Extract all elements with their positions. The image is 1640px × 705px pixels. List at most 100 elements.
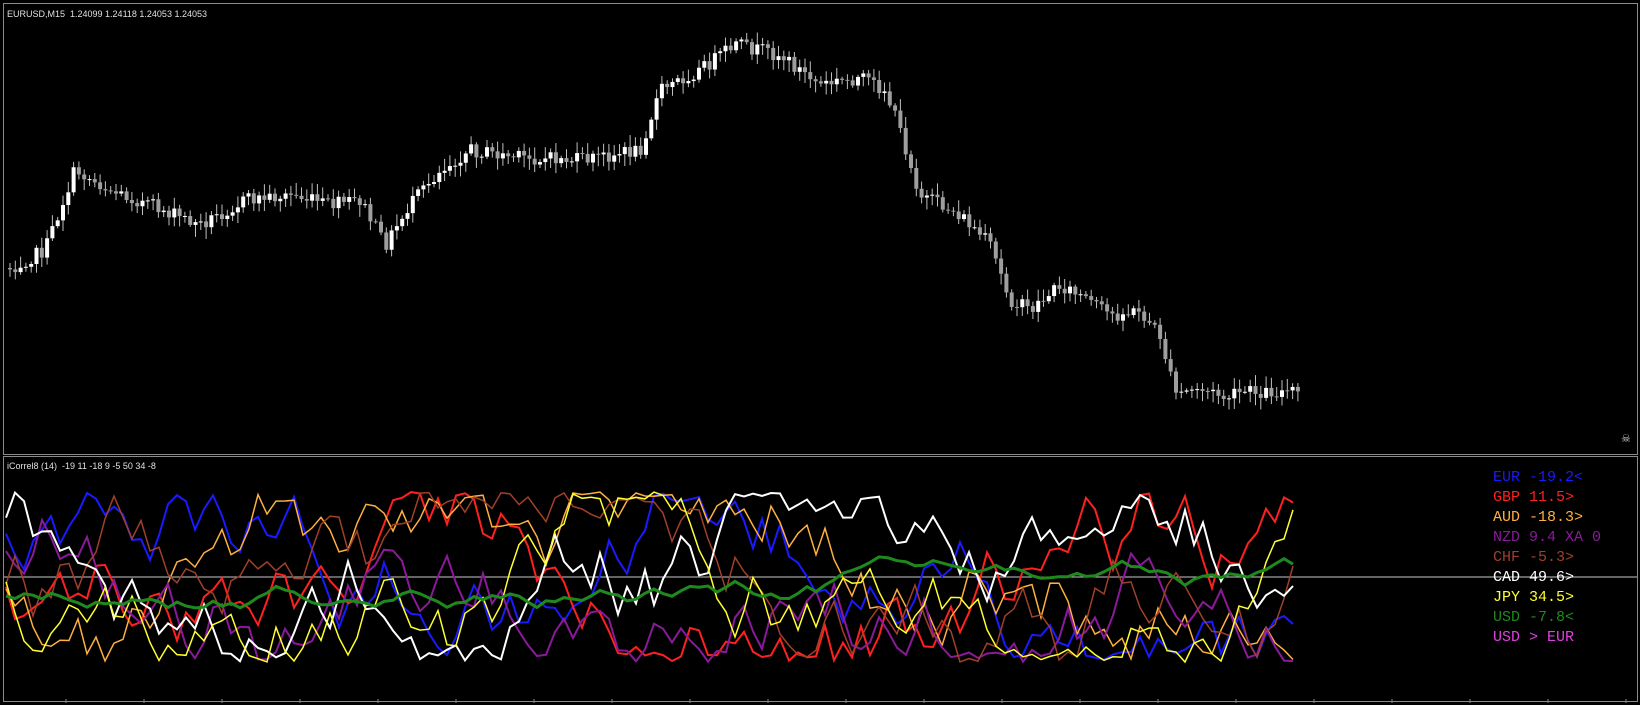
candle-body — [500, 153, 505, 159]
candle-body — [553, 152, 558, 164]
candle-body — [1216, 389, 1221, 396]
candle-body — [495, 151, 500, 159]
candle-body — [728, 45, 733, 51]
candle-body — [919, 188, 924, 198]
candle-body — [182, 215, 187, 217]
candle-body — [569, 161, 574, 163]
candle-body — [824, 80, 829, 84]
skull-icon[interactable]: ☠ — [1621, 432, 1631, 445]
candle-body — [278, 198, 283, 202]
candle-body — [384, 232, 389, 250]
candle-body — [697, 67, 701, 80]
candle-body — [1036, 300, 1041, 312]
candle-body — [972, 227, 977, 229]
candle-body — [1136, 308, 1141, 312]
candle-body — [649, 119, 654, 139]
candle-body — [283, 193, 288, 199]
candle-body — [765, 44, 770, 48]
candle-body — [834, 78, 839, 85]
candle-body — [34, 247, 39, 264]
candle-body — [702, 61, 707, 68]
candle-body — [591, 153, 595, 163]
candle-body — [787, 56, 792, 61]
candle-body — [114, 191, 118, 194]
candle-body — [1168, 359, 1173, 372]
candle-body — [516, 150, 521, 158]
candle-body — [1248, 386, 1253, 392]
candle-body — [1089, 296, 1094, 300]
candle-body — [347, 197, 352, 202]
candle-body — [124, 191, 129, 201]
candle-body — [903, 127, 908, 155]
candle-body — [887, 91, 892, 106]
candle-body — [628, 147, 633, 157]
candle-body — [76, 167, 81, 175]
candle-body — [1004, 273, 1009, 293]
candle-body — [432, 182, 436, 184]
candle-body — [1237, 388, 1242, 393]
candle-body — [368, 204, 373, 222]
candle-body — [527, 155, 532, 159]
candle-body — [320, 198, 325, 201]
candle-body — [23, 266, 28, 268]
candle-body — [1025, 299, 1030, 307]
candle-body — [98, 182, 103, 190]
candle-body — [1200, 389, 1205, 391]
candle-body — [304, 199, 309, 201]
candle-body — [967, 214, 972, 228]
candle-body — [140, 200, 145, 207]
candle-body — [559, 158, 564, 164]
candle-body — [1295, 386, 1300, 392]
candle-body — [813, 79, 818, 82]
candle-body — [188, 215, 193, 225]
candle-body — [1062, 288, 1067, 294]
candle-body — [1253, 386, 1258, 394]
candle-body — [50, 226, 55, 239]
candle-body — [410, 195, 415, 214]
candle-body — [82, 174, 87, 180]
candle-body — [172, 208, 177, 218]
candle-body — [310, 194, 315, 201]
candle-body — [750, 42, 754, 55]
candle-body — [951, 210, 956, 212]
candle-body — [1046, 296, 1051, 302]
candle-body — [564, 158, 569, 162]
candle-body — [877, 79, 882, 94]
candle-body — [1258, 393, 1263, 398]
candle-body — [198, 221, 203, 223]
candle-body — [675, 78, 680, 82]
candle-body — [999, 258, 1004, 274]
candle-body — [119, 191, 124, 194]
currency-strength-legend: EUR -19.2< GBP 11.5> AUD -18.3> NZD 9.4 … — [1493, 468, 1601, 648]
legend-signal: USD > EUR — [1493, 629, 1575, 646]
candle-body — [18, 267, 23, 273]
legend-jpy: JPY 34.5> — [1493, 589, 1575, 606]
candle-body — [214, 214, 219, 216]
candle-body — [977, 227, 982, 235]
candle-body — [850, 80, 855, 86]
candle-body — [331, 198, 336, 209]
candle-body — [1184, 390, 1189, 392]
candle-body — [55, 220, 60, 227]
candle-body — [251, 193, 256, 204]
candle-body — [1147, 320, 1152, 323]
candle-body — [262, 195, 267, 200]
candle-body — [220, 214, 224, 219]
candle-body — [776, 56, 781, 61]
candle-body — [1126, 314, 1131, 316]
candle-body — [87, 179, 92, 181]
candle-body — [1189, 389, 1194, 391]
candle-body — [1105, 304, 1110, 312]
candle-body — [209, 215, 214, 228]
candle-body — [204, 221, 209, 228]
candle-body — [363, 204, 368, 206]
candle-body — [1179, 391, 1184, 393]
candle-body — [1174, 371, 1178, 393]
candle-body — [1094, 299, 1099, 302]
candle-body — [707, 61, 712, 70]
candle-body — [739, 39, 744, 42]
candle-body — [681, 78, 686, 84]
candle-body — [1020, 299, 1025, 308]
candle-body — [1131, 308, 1136, 316]
candle-body — [1205, 390, 1210, 392]
